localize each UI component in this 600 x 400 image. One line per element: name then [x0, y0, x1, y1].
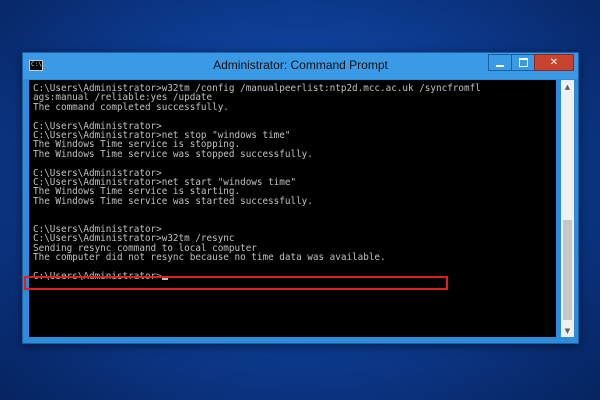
console-error-line: The computer did not resync because no t… [33, 252, 386, 264]
console-line: The Windows Time service was stopped suc… [33, 148, 313, 160]
title-bar[interactable]: C:\ Administrator: Command Prompt ✕ [23, 53, 578, 79]
console-lines: C:\Users\Administrator>w32tm /config /ma… [33, 84, 481, 282]
maximize-icon [518, 58, 528, 67]
scroll-down-arrow-icon[interactable]: ▼ [561, 324, 574, 337]
scroll-thumb[interactable] [563, 220, 572, 320]
vertical-scrollbar[interactable]: ▲ ▼ [561, 80, 574, 337]
scroll-up-arrow-icon[interactable]: ▲ [561, 80, 574, 93]
console-line: The command completed successfully. [33, 101, 229, 113]
command-prompt-window: C:\ Administrator: Command Prompt ✕ C:\U… [22, 52, 579, 344]
desktop-background: { "window": { "title": "Administrator: C… [0, 0, 600, 400]
minimize-icon [496, 64, 504, 67]
maximize-button[interactable] [511, 54, 535, 71]
close-button[interactable]: ✕ [534, 54, 574, 71]
error-highlight-box [24, 276, 448, 290]
console-line: The Windows Time service was started suc… [33, 195, 313, 207]
console-output[interactable]: C:\Users\Administrator>w32tm /config /ma… [29, 80, 556, 337]
close-icon: ✕ [549, 57, 559, 68]
window-controls: ✕ [488, 54, 574, 72]
minimize-button[interactable] [488, 54, 512, 71]
